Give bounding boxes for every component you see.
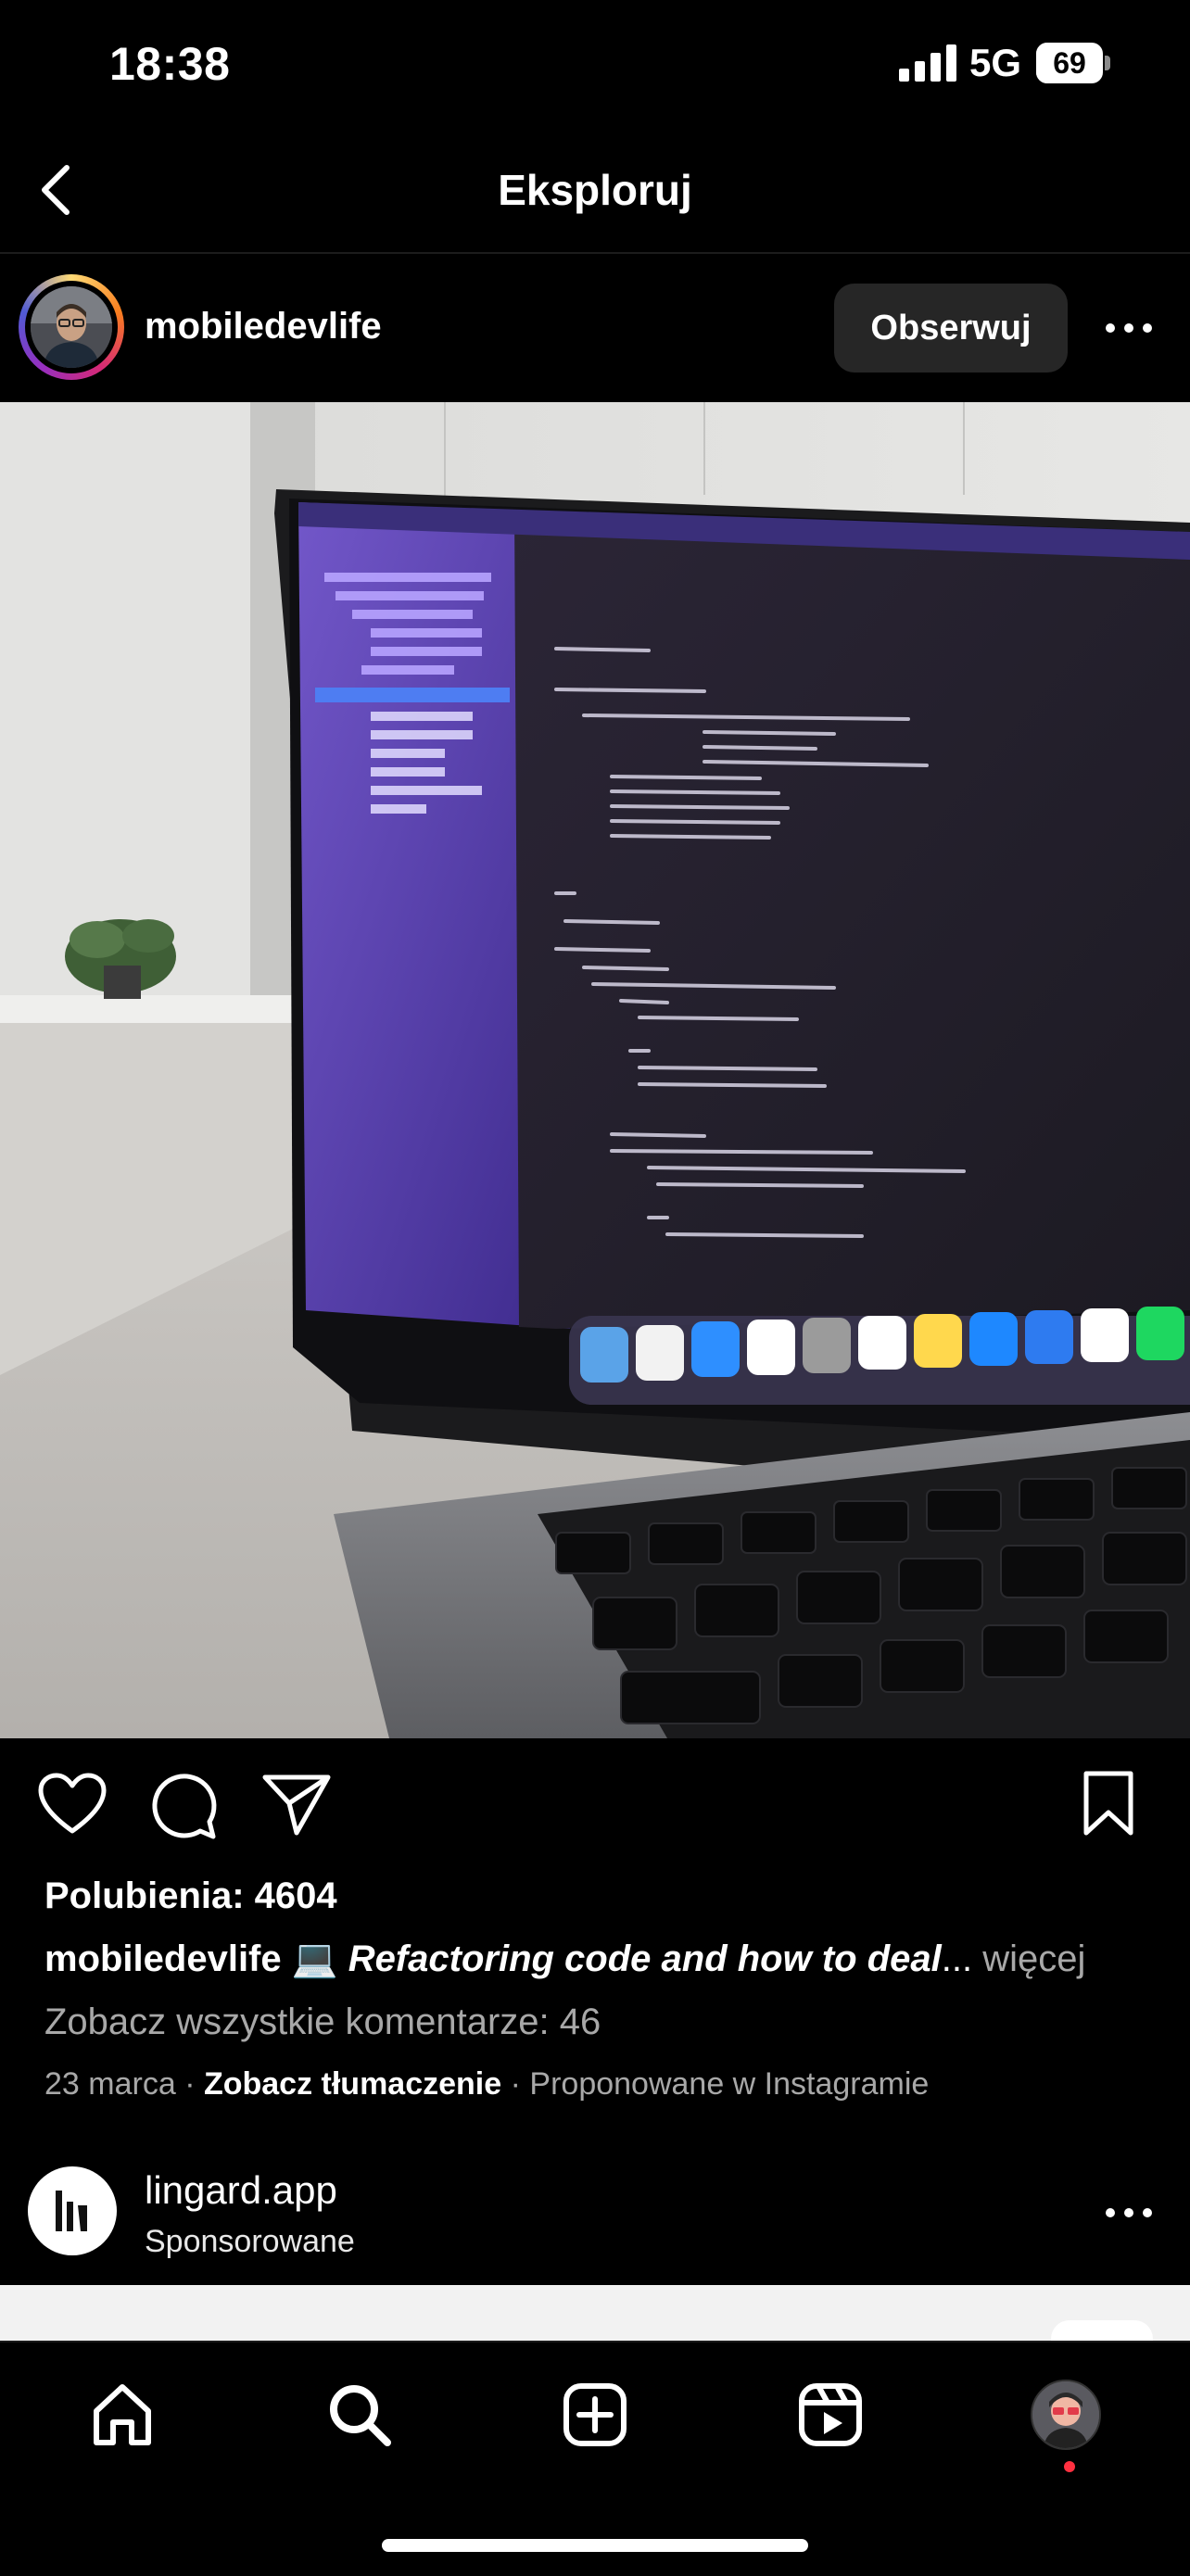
create-icon <box>563 2383 627 2446</box>
follow-button[interactable]: Obserwuj <box>834 284 1068 373</box>
sponsor-avatar[interactable] <box>28 2166 117 2255</box>
tab-home[interactable] <box>85 2378 159 2452</box>
more-icon <box>1106 2208 1152 2217</box>
page-title: Eksploruj <box>498 166 692 214</box>
signal-icon <box>899 44 956 82</box>
search-icon <box>330 2385 391 2446</box>
sponsored-label: Sponsorowane <box>145 2224 355 2259</box>
more-icon <box>1106 323 1152 333</box>
meta-separator: · <box>184 2066 196 2102</box>
post-more-button[interactable] <box>1101 309 1157 347</box>
tab-profile[interactable] <box>1029 2378 1103 2452</box>
caption-ellipsis: ... <box>941 1938 973 1979</box>
translate-link[interactable]: Zobacz tłumaczenie <box>204 2066 501 2102</box>
send-icon <box>262 1774 331 1836</box>
battery-level: 69 <box>1053 46 1086 80</box>
avatar-portrait <box>31 286 112 368</box>
network-label: 5G <box>969 41 1022 84</box>
sponsor-logo <box>56 2191 87 2231</box>
comment-button[interactable] <box>148 1770 219 1840</box>
laptop-emoji: 💻 <box>291 1938 338 1979</box>
save-button[interactable] <box>1081 1770 1136 1837</box>
next-post-preview[interactable] <box>0 2285 1190 2357</box>
tab-search[interactable] <box>323 2378 397 2452</box>
meta-separator: · <box>510 2066 521 2102</box>
suggested-label: Proponowane w Instagramie <box>529 2066 930 2102</box>
reels-icon <box>799 2383 862 2446</box>
caption-more-link[interactable]: więcej <box>982 1938 1085 1979</box>
likes-count[interactable]: Polubienia: 4604 <box>44 1875 337 1917</box>
profile-icon <box>1031 2380 1101 2450</box>
tab-create[interactable] <box>558 2378 632 2452</box>
share-button[interactable] <box>261 1772 332 1837</box>
post-username[interactable]: mobiledevlife <box>145 306 382 347</box>
laptop-photo <box>0 402 1190 1738</box>
home-icon <box>94 2384 151 2445</box>
avatar[interactable] <box>31 286 112 368</box>
notification-dot <box>1064 2461 1075 2472</box>
comment-icon <box>152 1774 217 1839</box>
caption-text: Refactoring code and how to deal <box>348 1938 942 1979</box>
view-comments-link[interactable]: Zobacz wszystkie komentarze: 46 <box>44 2001 601 2043</box>
tab-reels[interactable] <box>793 2378 867 2452</box>
post-date: 23 marca <box>44 2066 176 2102</box>
battery-icon: 69 <box>1036 43 1112 83</box>
home-indicator[interactable] <box>382 2539 808 2552</box>
caption-username[interactable]: mobiledevlife <box>44 1938 282 1979</box>
heart-icon <box>38 1773 107 1834</box>
post-image[interactable] <box>0 402 1190 1738</box>
like-button[interactable] <box>37 1772 108 1837</box>
bookmark-icon <box>1083 1771 1133 1836</box>
sponsor-more-button[interactable] <box>1101 2194 1157 2231</box>
sponsor-name[interactable]: lingard.app <box>145 2168 337 2213</box>
post-meta: 23 marca · Zobacz tłumaczenie · Proponow… <box>44 2066 929 2102</box>
caption[interactable]: mobiledevlife 💻 Refactoring code and how… <box>44 1937 1085 1980</box>
status-time: 18:38 <box>109 38 231 90</box>
header-divider <box>0 252 1190 254</box>
